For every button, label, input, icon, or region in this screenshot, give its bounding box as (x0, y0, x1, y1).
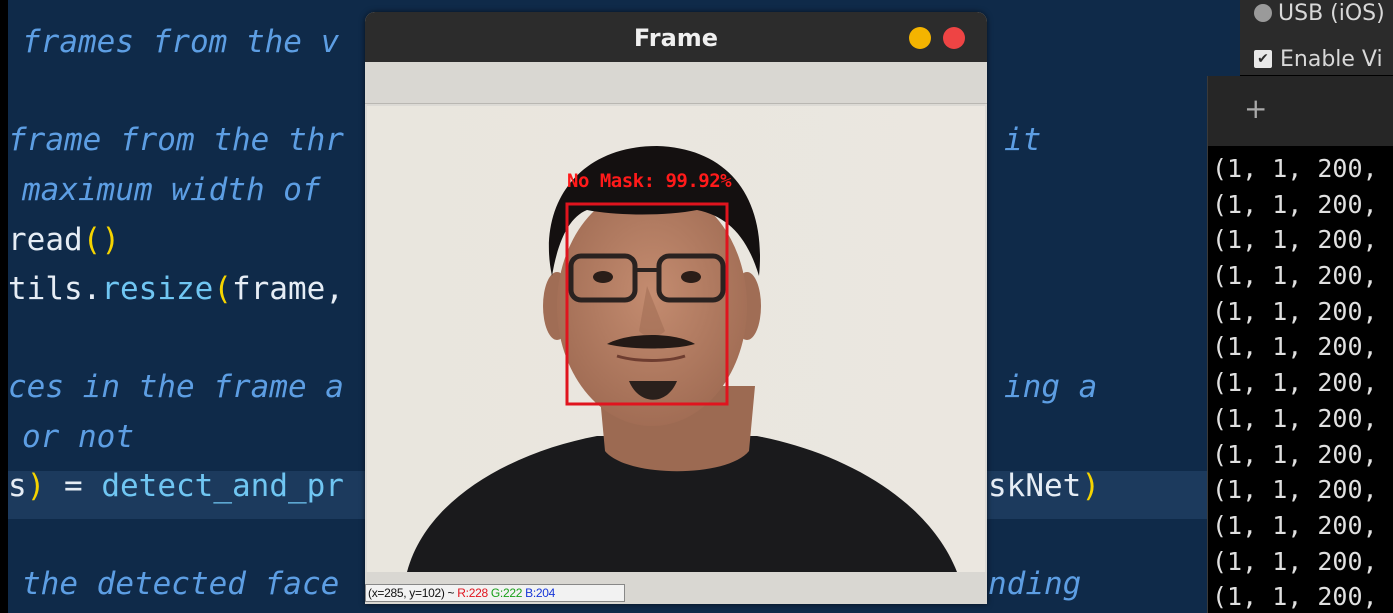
code-token: resize (101, 271, 214, 307)
code-token: maximum width of (22, 172, 321, 208)
enable-video-label: Enable Vi (1280, 46, 1383, 72)
terminal-line: (1, 1, 200, (1212, 225, 1378, 255)
frame-window: Frame No Mask: 99.92% (x=285, y=102) ~ R… (365, 12, 987, 604)
terminal-tab-bar: + (1208, 76, 1393, 146)
code-token: frame, (231, 271, 344, 307)
terminal-line: (1, 1, 200, (1212, 546, 1378, 576)
enable-video-option[interactable]: ✔ Enable Vi (1254, 44, 1383, 74)
code-line: ces in the frame a (8, 367, 344, 407)
radio-button-icon[interactable] (1254, 4, 1272, 22)
code-line: it (1004, 120, 1041, 160)
code-line: or not (22, 417, 134, 457)
terminal-panel[interactable]: + (1, 1, 200, (1, 1, 200, (1, 1, 200, (1, 1… (1207, 76, 1393, 613)
code-token: tils. (8, 271, 102, 307)
code-token: ces in the frame a (8, 369, 344, 405)
terminal-line: (1, 1, 200, (1212, 403, 1378, 433)
terminal-output: (1, 1, 200, (1, 1, 200, (1, 1, 200, (1, 1, … (1212, 151, 1378, 613)
code-token: ) (26, 468, 46, 504)
code-line: frame from the thr (8, 120, 344, 160)
window-title: Frame (633, 24, 719, 52)
code-line: the detected face (22, 564, 339, 604)
code-token: skNet (988, 468, 1082, 504)
webcam-frame-image[interactable]: No Mask: 99.92% (367, 106, 985, 572)
code-line: s) = detect_and_pr (8, 466, 344, 506)
terminal-line: (1, 1, 200, (1212, 189, 1378, 219)
code-line: ing a (1004, 367, 1097, 407)
code-token: = (45, 468, 102, 504)
pixel-coords: (x=285, y=102) ~ (368, 586, 458, 600)
capture-options-panel: USB (iOS) ✔ Enable Vi (1240, 0, 1393, 75)
terminal-line: (1, 1, 200, (1212, 296, 1378, 326)
terminal-line: (1, 1, 200, (1212, 439, 1378, 469)
window-toolbar (365, 62, 987, 104)
code-line: read() (8, 220, 120, 260)
usb-ios-label: USB (iOS) (1278, 0, 1385, 26)
code-token: ) (1081, 468, 1100, 504)
code-token: s (8, 468, 27, 504)
terminal-line: (1, 1, 200, (1212, 154, 1378, 183)
detection-label: No Mask: 99.92% (567, 170, 732, 192)
close-button[interactable] (943, 27, 965, 49)
code-token: or not (22, 419, 134, 455)
terminal-line: (1, 1, 200, (1212, 332, 1378, 362)
minimize-button[interactable] (909, 27, 931, 49)
code-token: ing a (1004, 369, 1098, 405)
terminal-line: (1, 1, 200, (1212, 475, 1378, 505)
code-token: () (82, 222, 120, 258)
pixel-r-value: R:228 (457, 586, 488, 600)
usb-ios-option[interactable]: USB (iOS) (1254, 0, 1385, 28)
pixel-b-value: B:204 (525, 586, 555, 600)
code-line: tils.resize(frame, (8, 269, 344, 309)
code-token: read (8, 222, 83, 258)
terminal-line: (1, 1, 200, (1212, 368, 1378, 398)
code-token: frame from the thr (8, 122, 344, 158)
terminal-line: (1, 1, 200, (1212, 582, 1378, 612)
code-token: the detected face (22, 566, 340, 602)
code-token: it (1004, 122, 1042, 158)
terminal-line: (1, 1, 200, (1212, 261, 1378, 291)
window-titlebar[interactable]: Frame (365, 12, 987, 62)
code-line: maximum width of (22, 170, 321, 210)
terminal-line: (1, 1, 200, (1212, 510, 1378, 540)
code-token: frames from the v (22, 24, 340, 60)
checkbox-checked-icon[interactable]: ✔ (1254, 50, 1272, 68)
add-terminal-tab-button[interactable]: + (1244, 94, 1267, 124)
pixel-g-value: G:222 (490, 586, 523, 600)
code-line: nding (988, 564, 1081, 604)
code-line: frames from the v (22, 22, 339, 62)
code-line: skNet) (988, 466, 1100, 506)
pixel-info-readout: (x=285, y=102) ~ R:228 G:222 B:204 (365, 584, 625, 602)
code-token: detect_and_pr (101, 468, 344, 504)
code-token: nding (988, 566, 1082, 602)
code-token: ( (213, 271, 232, 307)
